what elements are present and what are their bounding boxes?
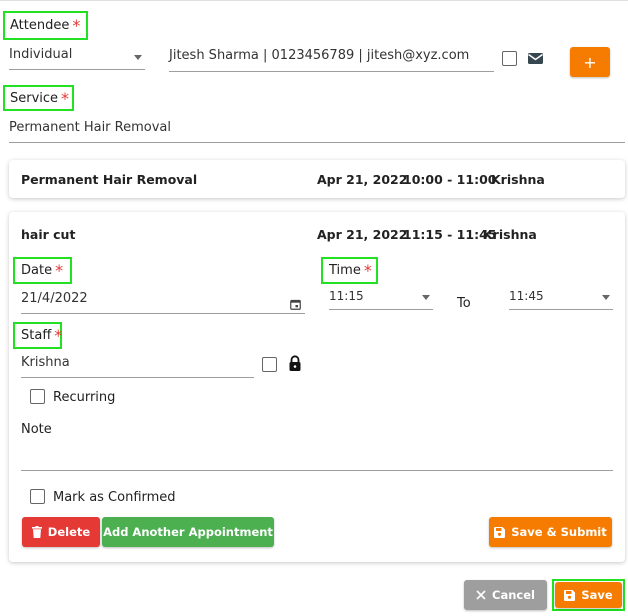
lock-staff-checkbox[interactable] [262, 357, 277, 372]
add-attendee-button[interactable]: + [570, 47, 610, 77]
save-submit-button[interactable]: Save & Submit [489, 517, 612, 547]
staff-select[interactable]: Krishna [21, 353, 254, 378]
save-button[interactable]: Save [555, 582, 622, 608]
top-divider [0, 0, 628, 1]
attendee-contact-input[interactable]: Jitesh Sharma | 0123456789 | jitesh@xyz.… [169, 46, 494, 72]
appointment-service: Permanent Hair Removal [21, 172, 198, 187]
floppy-disk-icon [494, 526, 506, 538]
add-another-label: Add Another Appointment [103, 525, 273, 539]
attendee-type-value: Individual [9, 47, 73, 62]
chevron-down-icon [602, 295, 610, 300]
required-marker: * [54, 326, 63, 345]
staff-label: Staff * [13, 322, 62, 349]
cancel-label: Cancel [492, 588, 535, 602]
required-marker: * [72, 16, 81, 35]
appointment-staff: Krishna [483, 227, 537, 242]
appointment-date: Apr 21, 2022 [317, 227, 408, 242]
staff-label-text: Staff [21, 328, 52, 343]
date-label: Date * [13, 257, 72, 284]
service-select[interactable]: Permanent Hair Removal [9, 117, 625, 143]
time-label: Time * [321, 257, 378, 284]
floppy-disk-icon [564, 589, 576, 601]
recurring-checkbox[interactable] [30, 389, 45, 404]
save-submit-label: Save & Submit [511, 525, 607, 539]
confirmed-label: Mark as Confirmed [53, 490, 176, 505]
time-from-value: 11:15 [329, 289, 364, 303]
note-input[interactable] [21, 446, 613, 471]
date-value: 21/4/2022 [21, 291, 88, 306]
save-label: Save [581, 588, 613, 602]
cancel-button[interactable]: Cancel [464, 580, 547, 610]
close-icon [476, 590, 486, 600]
appointment-card-expanded: hair cut Apr 21, 2022 11:15 - 11:45 Kris… [9, 212, 625, 562]
chevron-down-icon [134, 55, 142, 60]
date-input[interactable]: 21/4/2022 [21, 288, 305, 314]
service-value: Permanent Hair Removal [9, 120, 171, 135]
recurring-label: Recurring [53, 390, 116, 405]
time-to-value: 11:45 [509, 289, 544, 303]
appointment-staff: Krishna [491, 172, 545, 187]
attendee-contact-value: Jitesh Sharma | 0123456789 | jitesh@xyz.… [169, 48, 470, 63]
attendee-label: Attendee * [3, 11, 88, 40]
appointment-service: hair cut [21, 227, 76, 242]
add-another-appointment-button[interactable]: Add Another Appointment [102, 517, 274, 547]
appointment-time: 10:00 - 11:00 [403, 172, 497, 187]
appointment-card[interactable]: Permanent Hair Removal Apr 21, 2022 10:0… [9, 160, 625, 198]
date-label-text: Date [21, 263, 53, 278]
time-from-select[interactable]: 11:15 [329, 288, 433, 310]
service-label: Service * [3, 85, 74, 111]
required-marker: * [55, 261, 64, 280]
to-label: To [457, 296, 471, 311]
confirmed-checkbox[interactable] [30, 489, 45, 504]
chevron-down-icon [422, 295, 430, 300]
mail-icon[interactable] [527, 51, 544, 66]
lock-icon[interactable] [288, 355, 302, 372]
delete-button[interactable]: Delete [22, 517, 100, 547]
required-marker: * [363, 261, 372, 280]
delete-label: Delete [47, 525, 91, 539]
attendee-label-text: Attendee [10, 18, 70, 33]
staff-value: Krishna [21, 355, 70, 370]
required-marker: * [61, 88, 70, 108]
send-email-checkbox[interactable] [502, 51, 517, 66]
time-to-select[interactable]: 11:45 [509, 288, 613, 310]
time-label-text: Time [329, 263, 361, 278]
trash-icon [31, 526, 42, 538]
attendee-type-select[interactable]: Individual [9, 46, 145, 70]
service-label-text: Service [10, 90, 59, 106]
calendar-icon[interactable] [290, 295, 301, 310]
appointment-date: Apr 21, 2022 [317, 172, 408, 187]
note-label: Note [21, 422, 52, 437]
